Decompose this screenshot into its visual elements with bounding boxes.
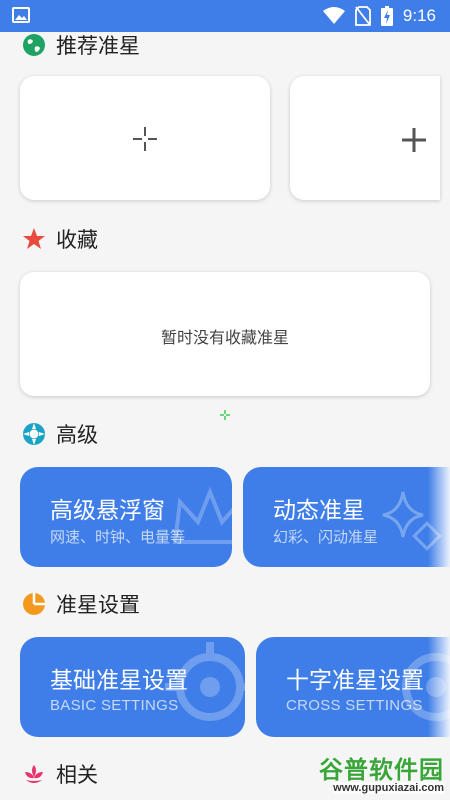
- card-title: 基础准星设置: [50, 668, 188, 694]
- section-title: 高级: [56, 423, 98, 447]
- image-icon: [12, 7, 30, 23]
- wifi-icon: [322, 7, 345, 24]
- card-title: 动态准星: [273, 498, 365, 524]
- watermark-text: 谷普软件园: [319, 756, 444, 784]
- card-subtitle: CROSS SETTINGS: [286, 697, 423, 714]
- section-related-header: 相关: [22, 759, 98, 789]
- plus-icon[interactable]: [401, 127, 427, 153]
- crosshair-overlay-icon[interactable]: [220, 410, 230, 420]
- clock: 9:16: [402, 6, 436, 25]
- card-title: 高级悬浮窗: [50, 498, 165, 524]
- card-title: 十字准星设置: [286, 668, 424, 694]
- favorites-empty-card: 暂时没有收藏准星: [20, 272, 430, 396]
- battery-charging-icon: [380, 6, 393, 26]
- section-settings-header: 准星设置: [22, 589, 140, 619]
- section-title: 收藏: [56, 228, 98, 252]
- pie-icon: [23, 593, 45, 615]
- section-recommended-header: 推荐准星: [22, 30, 140, 60]
- card-subtitle: BASIC SETTINGS: [50, 697, 179, 714]
- crosshair-card[interactable]: [20, 76, 270, 200]
- lotus-icon: [25, 765, 43, 783]
- section-title: 相关: [56, 763, 98, 787]
- scroll-fade: [428, 467, 450, 567]
- section-advanced-header: 高级: [22, 419, 98, 449]
- globe-icon: [23, 34, 45, 56]
- card-subtitle: 网速、时钟、电量等: [50, 528, 186, 546]
- watermark: 谷普软件园 www.gupuxiazai.com: [310, 750, 450, 800]
- star-icon: [23, 228, 45, 249]
- add-crosshair-card[interactable]: [290, 76, 440, 200]
- no-sim-icon: [355, 6, 371, 26]
- crosshair-icon: [133, 127, 157, 151]
- advanced-floating-window-card[interactable]: 高级悬浮窗 网速、时钟、电量等: [20, 467, 232, 567]
- watermark-url: www.gupuxiazai.com: [333, 782, 444, 794]
- dynamic-crosshair-card[interactable]: 动态准星 幻彩、闪动准星: [243, 467, 450, 567]
- section-favorites-header: 收藏: [22, 224, 98, 254]
- empty-state-text: 暂时没有收藏准星: [160, 328, 289, 347]
- card-subtitle: 幻彩、闪动准星: [273, 528, 379, 546]
- cross-settings-card[interactable]: 十字准星设置 CROSS SETTINGS: [256, 637, 450, 737]
- status-bar: 9:16: [0, 0, 450, 32]
- lifebuoy-icon: [23, 423, 45, 445]
- section-title: 准星设置: [56, 593, 140, 617]
- section-title: 推荐准星: [56, 34, 140, 58]
- scroll-fade: [428, 637, 450, 737]
- basic-settings-card[interactable]: 基础准星设置 BASIC SETTINGS: [20, 637, 245, 737]
